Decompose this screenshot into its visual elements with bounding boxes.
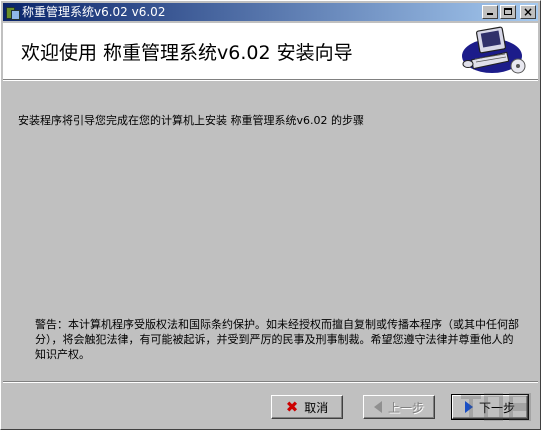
close-button[interactable]: ×	[520, 5, 536, 19]
header-title: 欢迎使用 称重管理系统v6.02 安装向导	[21, 42, 353, 64]
minimize-button[interactable]	[482, 5, 498, 19]
back-label: 上一步	[387, 400, 424, 415]
close-icon: ×	[522, 5, 534, 19]
footer-divider	[3, 381, 538, 383]
intro-text: 安装程序将引导您完成在您的计算机上安装 称重管理系统v6.02 的步骤	[18, 114, 364, 127]
app-icon	[5, 5, 20, 20]
title-bar[interactable]: 称重管理系统v6.02 v6.02 ×	[3, 3, 538, 21]
header-divider	[3, 79, 538, 81]
maximize-icon	[504, 8, 512, 15]
cancel-label: 取消	[304, 400, 329, 415]
copyright-warning: 警告：本计算机程序受版权法和国际条约保护。如未经授权而擅自复制或传播本程序（或其…	[35, 318, 519, 361]
cancel-button[interactable]: ✖ 取消	[271, 395, 343, 419]
computer-setup-icon	[462, 26, 526, 74]
minimize-icon	[487, 13, 493, 15]
cancel-x-icon: ✖	[285, 397, 299, 416]
window-title: 称重管理系统v6.02 v6.02	[22, 5, 166, 19]
back-arrow-icon	[373, 401, 382, 413]
maximize-button[interactable]	[500, 5, 516, 19]
back-button[interactable]: 上一步	[363, 395, 435, 419]
watermark-logo	[461, 393, 531, 421]
wizard-header: 欢迎使用 称重管理系统v6.02 安装向导	[3, 23, 538, 79]
window-controls: ×	[482, 5, 536, 19]
installer-window: 称重管理系统v6.02 v6.02 × 欢迎使用 称重管理系统v6.02 安装向…	[0, 0, 541, 430]
